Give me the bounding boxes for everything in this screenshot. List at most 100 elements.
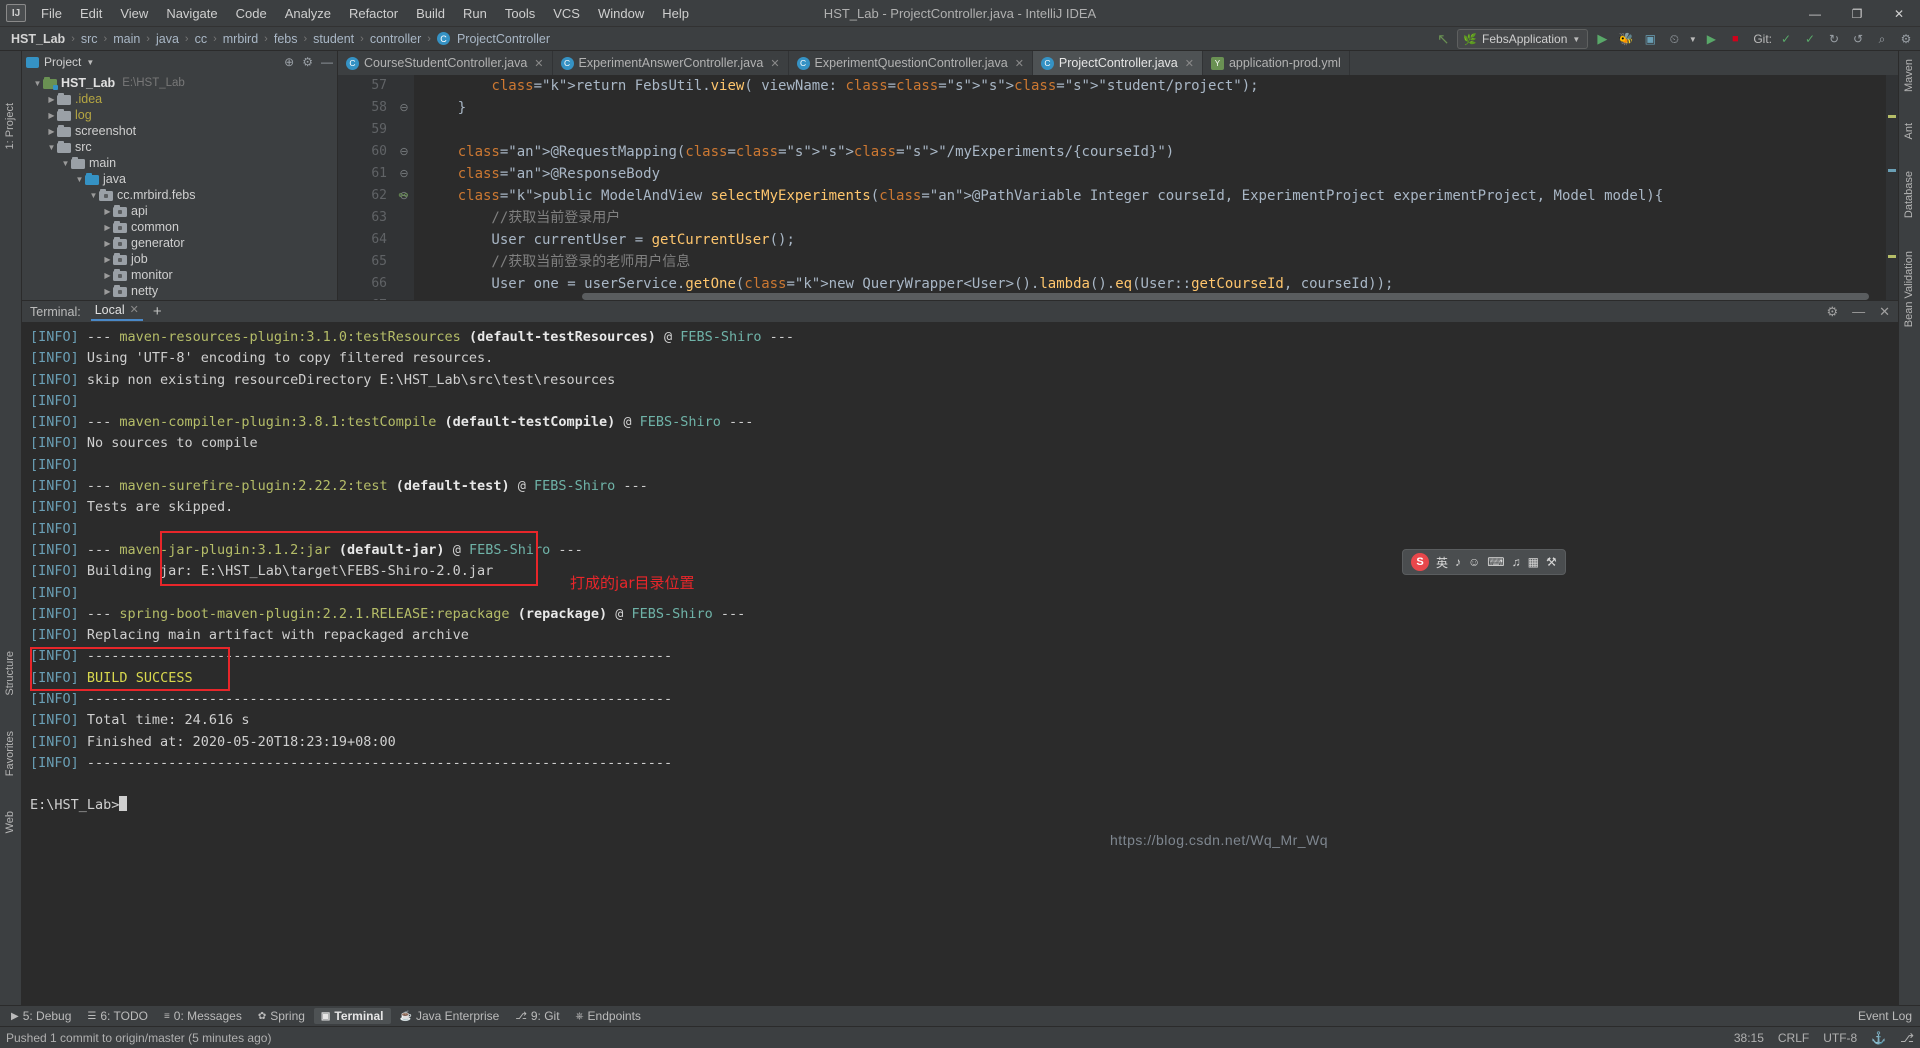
event-log-button[interactable]: Event Log (1858, 1009, 1912, 1023)
breadcrumb-item-student[interactable]: student (310, 32, 357, 46)
branch-icon[interactable]: ⎇ (1900, 1031, 1914, 1045)
breadcrumb-item-main[interactable]: main (110, 32, 143, 46)
tool-window-button-spring[interactable]: ✿Spring (251, 1008, 312, 1024)
editor-tab-experimentquestioncontroller-java[interactable]: CExperimentQuestionController.java✕ (789, 51, 1033, 75)
terminal-tab-local[interactable]: Local ✕ (91, 303, 143, 321)
stop-icon[interactable]: ■ (1725, 29, 1745, 49)
git-history-icon[interactable]: ↺ (1848, 29, 1868, 49)
scrollbar-thumb[interactable] (582, 293, 1870, 300)
menu-item-code[interactable]: Code (227, 3, 276, 24)
run-icon[interactable]: ▶ (1592, 29, 1612, 49)
tool-window-button-terminal[interactable]: ▣Terminal (314, 1008, 391, 1024)
menu-item-navigate[interactable]: Navigate (157, 3, 226, 24)
tree-expand-arrow-icon[interactable]: ▼ (74, 175, 85, 184)
fold-marker-icon[interactable] (394, 251, 414, 273)
editor-tab-coursestudentcontroller-java[interactable]: CCourseStudentController.java✕ (338, 51, 553, 75)
chevron-down-icon[interactable]: ▼ (86, 58, 94, 67)
gear-icon[interactable]: ⚙ (1826, 304, 1838, 320)
ime-item-3[interactable]: ♫ (1512, 555, 1521, 569)
tree-node-job[interactable]: ▶job (22, 251, 337, 267)
tree-expand-arrow-icon[interactable]: ▶ (102, 207, 113, 216)
tree-node-hst_lab[interactable]: ▼HST_LabE:\HST_Lab (22, 75, 337, 91)
bookmark-icon[interactable]: ⚯ (399, 185, 408, 207)
editor-tab-experimentanswercontroller-java[interactable]: CExperimentAnswerController.java✕ (553, 51, 789, 75)
sidebar-item-structure[interactable]: Structure (4, 651, 16, 696)
coverage-icon[interactable]: ▣ (1640, 29, 1660, 49)
sidebar-item-bean-validation[interactable]: Bean Validation (1903, 251, 1915, 327)
git-push-icon[interactable]: ↻ (1824, 29, 1844, 49)
menu-item-refactor[interactable]: Refactor (340, 3, 407, 24)
close-icon[interactable]: ✕ (1015, 57, 1024, 70)
menu-item-help[interactable]: Help (653, 3, 698, 24)
run-green-icon[interactable]: ▶ (1701, 29, 1721, 49)
caret-position[interactable]: 38:15 (1734, 1031, 1764, 1045)
line-separator[interactable]: CRLF (1778, 1031, 1809, 1045)
tool-window-bar[interactable]: ▶5: Debug☰6: TODO≡0: Messages✿Spring▣Ter… (0, 1005, 1920, 1026)
fold-marker-icon[interactable] (394, 119, 414, 141)
tree-expand-arrow-icon[interactable]: ▶ (46, 95, 57, 104)
tree-expand-arrow-icon[interactable]: ▶ (102, 239, 113, 248)
fold-marker-icon[interactable]: ⊖ (394, 163, 414, 185)
project-tree[interactable]: ▼HST_LabE:\HST_Lab▶.idea▶log▶screenshot▼… (22, 73, 337, 300)
code-editor[interactable]: 575859606162⚯6364656667 ⊖⊖⊖⊖ class="k">r… (338, 75, 1898, 300)
tree-expand-arrow-icon[interactable]: ▶ (46, 127, 57, 136)
menu-item-view[interactable]: View (111, 3, 157, 24)
menu-item-build[interactable]: Build (407, 3, 454, 24)
tree-expand-arrow-icon[interactable]: ▶ (102, 271, 113, 280)
fold-marker-icon[interactable] (394, 207, 414, 229)
new-terminal-tab-button[interactable]: + (153, 303, 162, 320)
tree-expand-arrow-icon[interactable]: ▼ (88, 191, 99, 200)
editor-tab-application-prod-yml[interactable]: Yapplication-prod.yml (1203, 51, 1350, 75)
breadcrumb-item-cc[interactable]: cc (192, 32, 211, 46)
breadcrumb-item-src[interactable]: src (78, 32, 101, 46)
breadcrumb-item-hst-lab[interactable]: HST_Lab (8, 32, 68, 46)
tool-window-button-9-git[interactable]: ⎇9: Git (508, 1008, 566, 1024)
tree-node-common[interactable]: ▶common (22, 219, 337, 235)
tool-window-button-0-messages[interactable]: ≡0: Messages (157, 1008, 249, 1024)
tree-expand-arrow-icon[interactable]: ▶ (102, 223, 113, 232)
ime-item-5[interactable]: ⚒ (1546, 555, 1557, 569)
terminal-prompt[interactable]: E:\HST_Lab> (30, 795, 1898, 816)
terminal-output[interactable]: [INFO] --- maven-resources-plugin:3.1.0:… (22, 323, 1898, 1005)
ime-item-0[interactable]: ♪ (1455, 555, 1461, 569)
ime-floating-bar[interactable]: S 英 ♪ ☺ ⌨ ♫ ▦ ⚒ (1402, 549, 1566, 575)
tree-node-cc-mrbird-febs[interactable]: ▼cc.mrbird.febs (22, 187, 337, 203)
fold-marker-icon[interactable] (394, 75, 414, 97)
menu-item-file[interactable]: File (32, 3, 71, 24)
tool-window-button-5-debug[interactable]: ▶5: Debug (4, 1008, 78, 1024)
tree-expand-arrow-icon[interactable]: ▼ (32, 79, 43, 88)
menu-item-analyze[interactable]: Analyze (276, 3, 340, 24)
tree-node-src[interactable]: ▼src (22, 139, 337, 155)
lock-icon[interactable]: ⚓ (1871, 1031, 1886, 1045)
sidebar-item-maven[interactable]: Maven (1903, 59, 1915, 92)
close-icon[interactable]: ✕ (130, 303, 139, 316)
ime-item-1[interactable]: ☺ (1468, 555, 1480, 569)
tree-expand-arrow-icon[interactable]: ▶ (102, 255, 113, 264)
tree-node-generator[interactable]: ▶generator (22, 235, 337, 251)
tree-node--idea[interactable]: ▶.idea (22, 91, 337, 107)
git-commit-icon[interactable]: ✓ (1800, 29, 1820, 49)
ime-language-label[interactable]: 英 (1436, 554, 1448, 571)
file-encoding[interactable]: UTF-8 (1823, 1031, 1857, 1045)
gear-icon[interactable]: ⚙ (1896, 29, 1916, 49)
close-icon[interactable]: ✕ (1879, 304, 1890, 320)
close-icon[interactable]: ✕ (534, 57, 543, 70)
back-arrow-icon[interactable]: ↖ (1433, 29, 1453, 49)
tree-node-screenshot[interactable]: ▶screenshot (22, 123, 337, 139)
minimize-button[interactable]: — (1794, 0, 1836, 27)
tree-node-api[interactable]: ▶api (22, 203, 337, 219)
profile-icon[interactable]: ⏲ (1664, 29, 1684, 49)
maximize-button[interactable]: ❐ (1836, 0, 1878, 27)
minimize-icon[interactable]: — (1852, 304, 1865, 319)
sidebar-item-project[interactable]: 1: Project (4, 103, 16, 149)
tree-node-main[interactable]: ▼main (22, 155, 337, 171)
fold-marker-icon[interactable] (394, 229, 414, 251)
horizontal-scrollbar[interactable] (404, 293, 1884, 300)
tree-node-log[interactable]: ▶log (22, 107, 337, 123)
breadcrumb-item-java[interactable]: java (153, 32, 182, 46)
run-configuration-selector[interactable]: 🌿 FebsApplication ▼ (1457, 29, 1588, 49)
tree-node-monitor[interactable]: ▶monitor (22, 267, 337, 283)
breadcrumb-item-febs[interactable]: febs (271, 32, 301, 46)
tool-window-button-java-enterprise[interactable]: ☕Java Enterprise (393, 1008, 507, 1024)
sidebar-item-ant[interactable]: Ant (1903, 123, 1915, 140)
